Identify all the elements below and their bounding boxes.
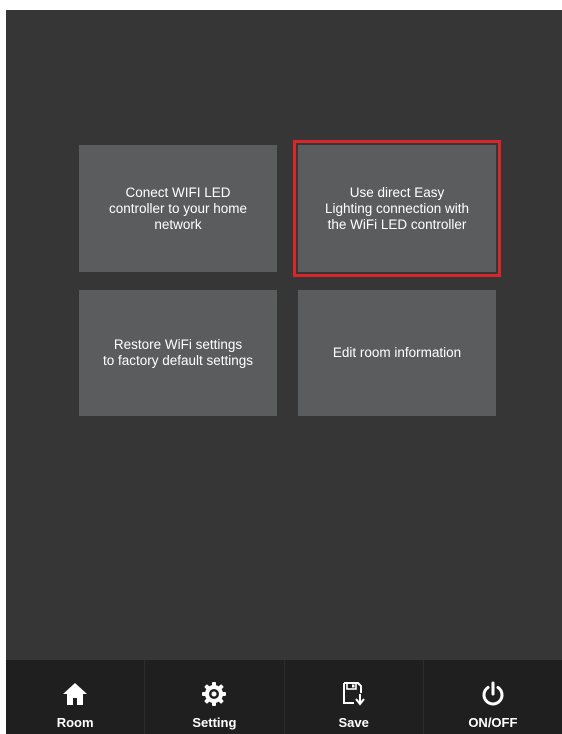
settings-screen: Conect WIFI LED controller to your home … (6, 10, 562, 734)
bottom-navigation-bar: Room Setting Save ON/OFF (6, 660, 562, 734)
direct-connection-label: Use direct Easy Lighting connection with… (324, 184, 470, 232)
restore-factory-defaults-button[interactable]: Restore WiFi settings to factory default… (79, 290, 277, 416)
direct-connection-button[interactable]: Use direct Easy Lighting connection with… (293, 140, 501, 277)
edit-room-information-button[interactable]: Edit room information (298, 290, 496, 416)
setting-nav-label: Setting (192, 715, 237, 730)
connect-home-network-button[interactable]: Conect WIFI LED controller to your home … (79, 145, 277, 272)
save-nav-label: Save (338, 715, 369, 730)
gear-icon (200, 680, 228, 708)
edit-room-information-label: Edit room information (332, 345, 462, 360)
save-nav-button[interactable]: Save (285, 660, 424, 734)
onoff-nav-button[interactable]: ON/OFF (424, 660, 562, 734)
connect-home-network-label: Conect WIFI LED controller to your home … (108, 184, 248, 232)
power-icon (479, 680, 507, 708)
room-nav-button[interactable]: Room (6, 660, 146, 734)
room-nav-label: Room (56, 715, 94, 730)
restore-factory-defaults-label: Restore WiFi settings to factory default… (102, 337, 254, 368)
save-icon (340, 680, 368, 708)
setting-nav-button[interactable]: Setting (145, 660, 285, 734)
home-icon (61, 680, 89, 708)
onoff-nav-label: ON/OFF (468, 715, 518, 730)
